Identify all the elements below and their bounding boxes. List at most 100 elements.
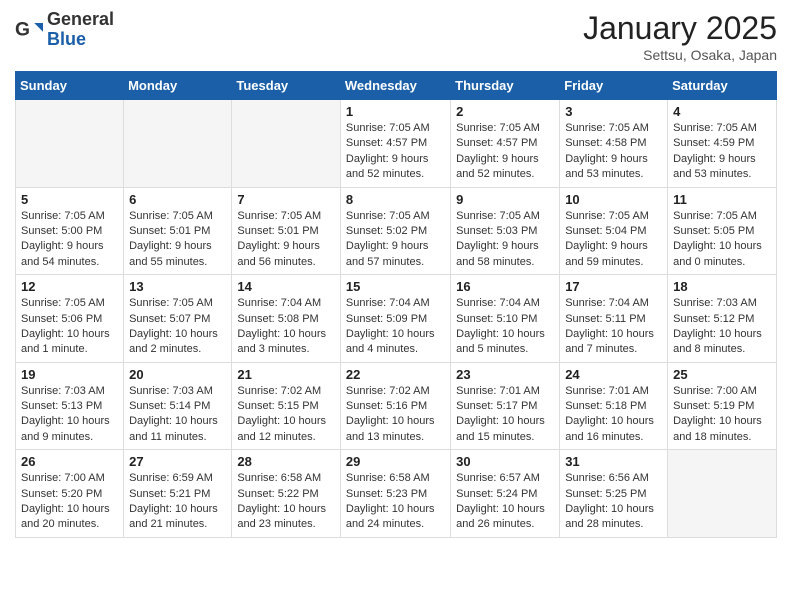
day-number: 28 — [237, 454, 335, 469]
col-header-sunday: Sunday — [16, 72, 124, 100]
day-number: 12 — [21, 279, 118, 294]
day-info: Sunrise: 6:57 AMSunset: 5:24 PMDaylight:… — [456, 471, 554, 533]
day-cell: 29 Sunrise: 6:58 AMSunset: 5:23 PMDayligh… — [340, 450, 450, 538]
day-number: 20 — [129, 367, 226, 382]
week-row-2: 5 Sunrise: 7:05 AMSunset: 5:00 PMDaylight… — [16, 187, 777, 275]
day-info: Sunrise: 7:05 AMSunset: 4:57 PMDaylight:… — [456, 121, 554, 183]
day-info: Sunrise: 7:05 AMSunset: 5:05 PMDaylight:… — [673, 209, 771, 271]
day-info: Sunrise: 6:58 AMSunset: 5:22 PMDaylight:… — [237, 471, 335, 533]
day-number: 16 — [456, 279, 554, 294]
day-number: 31 — [565, 454, 662, 469]
day-cell: 17Sunrise: 7:04 AMSunset: 5:11 PMDayligh… — [560, 275, 668, 363]
day-info: Sunrise: 7:01 AMSunset: 5:17 PMDaylight:… — [456, 384, 554, 446]
week-row-4: 19 Sunrise: 7:03 AMSunset: 5:13 PMDayligh… — [16, 362, 777, 450]
day-number: 29 — [346, 454, 445, 469]
day-cell — [124, 100, 232, 188]
day-number: 9 — [456, 192, 554, 207]
day-cell: 19 Sunrise: 7:03 AMSunset: 5:13 PMDayligh… — [16, 362, 124, 450]
col-header-saturday: Saturday — [668, 72, 777, 100]
day-cell: 16 Sunrise: 7:04 AMSunset: 5:10 PMDayligh… — [451, 275, 560, 363]
day-cell: 3Sunrise: 7:05 AMSunset: 4:58 PMDaylight… — [560, 100, 668, 188]
day-cell: 4 Sunrise: 7:05 AMSunset: 4:59 PMDaylight… — [668, 100, 777, 188]
day-number: 23 — [456, 367, 554, 382]
day-info: Sunrise: 6:56 AMSunset: 5:25 PMDaylight:… — [565, 471, 662, 533]
day-cell: 7 Sunrise: 7:05 AMSunset: 5:01 PMDaylight… — [232, 187, 341, 275]
day-cell — [232, 100, 341, 188]
col-header-wednesday: Wednesday — [340, 72, 450, 100]
day-cell: 1 Sunrise: 7:05 AMSunset: 4:57 PMDaylight… — [340, 100, 450, 188]
day-cell: 2Sunrise: 7:05 AMSunset: 4:57 PMDaylight… — [451, 100, 560, 188]
calendar-table: SundayMondayTuesdayWednesdayThursdayFrid… — [15, 71, 777, 538]
day-info: Sunrise: 7:02 AMSunset: 5:16 PMDaylight:… — [346, 384, 445, 446]
day-cell: 24Sunrise: 7:01 AMSunset: 5:18 PMDayligh… — [560, 362, 668, 450]
calendar-subtitle: Settsu, Osaka, Japan — [583, 47, 777, 63]
day-cell — [16, 100, 124, 188]
day-cell: 25Sunrise: 7:00 AMSunset: 5:19 PMDayligh… — [668, 362, 777, 450]
day-number: 22 — [346, 367, 445, 382]
col-header-monday: Monday — [124, 72, 232, 100]
day-info: Sunrise: 7:05 AMSunset: 5:00 PMDaylight:… — [21, 209, 118, 271]
page: G General Blue January 2025 Settsu, Osak… — [0, 0, 792, 553]
day-number: 13 — [129, 279, 226, 294]
calendar-header-row: SundayMondayTuesdayWednesdayThursdayFrid… — [16, 72, 777, 100]
day-cell: 20 Sunrise: 7:03 AMSunset: 5:14 PMDayligh… — [124, 362, 232, 450]
col-header-friday: Friday — [560, 72, 668, 100]
day-info: Sunrise: 7:04 AMSunset: 5:10 PMDaylight:… — [456, 296, 554, 358]
day-number: 11 — [673, 192, 771, 207]
logo-text: General Blue — [47, 10, 114, 50]
week-row-3: 12Sunrise: 7:05 AMSunset: 5:06 PMDayligh… — [16, 275, 777, 363]
day-info: Sunrise: 7:03 AMSunset: 5:13 PMDaylight:… — [21, 384, 118, 446]
day-cell: 28 Sunrise: 6:58 AMSunset: 5:22 PMDayligh… — [232, 450, 341, 538]
day-cell: 9 Sunrise: 7:05 AMSunset: 5:03 PMDaylight… — [451, 187, 560, 275]
day-info: Sunrise: 6:58 AMSunset: 5:23 PMDaylight:… — [346, 471, 445, 533]
day-number: 21 — [237, 367, 335, 382]
title-block: January 2025 Settsu, Osaka, Japan — [583, 10, 777, 63]
day-number: 6 — [129, 192, 226, 207]
day-cell: 22 Sunrise: 7:02 AMSunset: 5:16 PMDayligh… — [340, 362, 450, 450]
day-number: 26 — [21, 454, 118, 469]
day-info: Sunrise: 7:02 AMSunset: 5:15 PMDaylight:… — [237, 384, 335, 446]
day-info: Sunrise: 7:05 AMSunset: 5:07 PMDaylight:… — [129, 296, 226, 358]
day-cell: 26Sunrise: 7:00 AMSunset: 5:20 PMDayligh… — [16, 450, 124, 538]
day-number: 7 — [237, 192, 335, 207]
day-info: Sunrise: 7:03 AMSunset: 5:12 PMDaylight:… — [673, 296, 771, 358]
day-number: 18 — [673, 279, 771, 294]
day-number: 3 — [565, 104, 662, 119]
day-info: Sunrise: 7:05 AMSunset: 4:59 PMDaylight:… — [673, 121, 771, 183]
day-cell: 27Sunrise: 6:59 AMSunset: 5:21 PMDayligh… — [124, 450, 232, 538]
svg-text:G: G — [15, 19, 30, 40]
day-cell: 15 Sunrise: 7:04 AMSunset: 5:09 PMDayligh… — [340, 275, 450, 363]
day-number: 17 — [565, 279, 662, 294]
day-cell: 23 Sunrise: 7:01 AMSunset: 5:17 PMDayligh… — [451, 362, 560, 450]
day-number: 5 — [21, 192, 118, 207]
day-info: Sunrise: 7:05 AMSunset: 5:01 PMDaylight:… — [129, 209, 226, 271]
day-info: Sunrise: 7:05 AMSunset: 5:01 PMDaylight:… — [237, 209, 335, 271]
day-number: 1 — [346, 104, 445, 119]
day-info: Sunrise: 7:04 AMSunset: 5:08 PMDaylight:… — [237, 296, 335, 358]
day-cell: 11 Sunrise: 7:05 AMSunset: 5:05 PMDayligh… — [668, 187, 777, 275]
logo: G General Blue — [15, 10, 114, 50]
day-cell: 12Sunrise: 7:05 AMSunset: 5:06 PMDayligh… — [16, 275, 124, 363]
col-header-thursday: Thursday — [451, 72, 560, 100]
day-number: 15 — [346, 279, 445, 294]
day-info: Sunrise: 7:04 AMSunset: 5:09 PMDaylight:… — [346, 296, 445, 358]
day-cell: 14Sunrise: 7:04 AMSunset: 5:08 PMDayligh… — [232, 275, 341, 363]
day-number: 4 — [673, 104, 771, 119]
day-cell — [668, 450, 777, 538]
day-info: Sunrise: 7:03 AMSunset: 5:14 PMDaylight:… — [129, 384, 226, 446]
day-number: 24 — [565, 367, 662, 382]
day-info: Sunrise: 7:05 AMSunset: 4:57 PMDaylight:… — [346, 121, 445, 183]
day-cell: 31 Sunrise: 6:56 AMSunset: 5:25 PMDayligh… — [560, 450, 668, 538]
calendar-title: January 2025 — [583, 10, 777, 47]
day-cell: 10Sunrise: 7:05 AMSunset: 5:04 PMDayligh… — [560, 187, 668, 275]
day-cell: 21 Sunrise: 7:02 AMSunset: 5:15 PMDayligh… — [232, 362, 341, 450]
day-number: 25 — [673, 367, 771, 382]
day-number: 8 — [346, 192, 445, 207]
day-info: Sunrise: 7:05 AMSunset: 5:02 PMDaylight:… — [346, 209, 445, 271]
col-header-tuesday: Tuesday — [232, 72, 341, 100]
day-cell: 5 Sunrise: 7:05 AMSunset: 5:00 PMDaylight… — [16, 187, 124, 275]
day-number: 19 — [21, 367, 118, 382]
logo-icon: G — [15, 16, 43, 44]
week-row-1: 1 Sunrise: 7:05 AMSunset: 4:57 PMDaylight… — [16, 100, 777, 188]
day-info: Sunrise: 7:05 AMSunset: 5:03 PMDaylight:… — [456, 209, 554, 271]
